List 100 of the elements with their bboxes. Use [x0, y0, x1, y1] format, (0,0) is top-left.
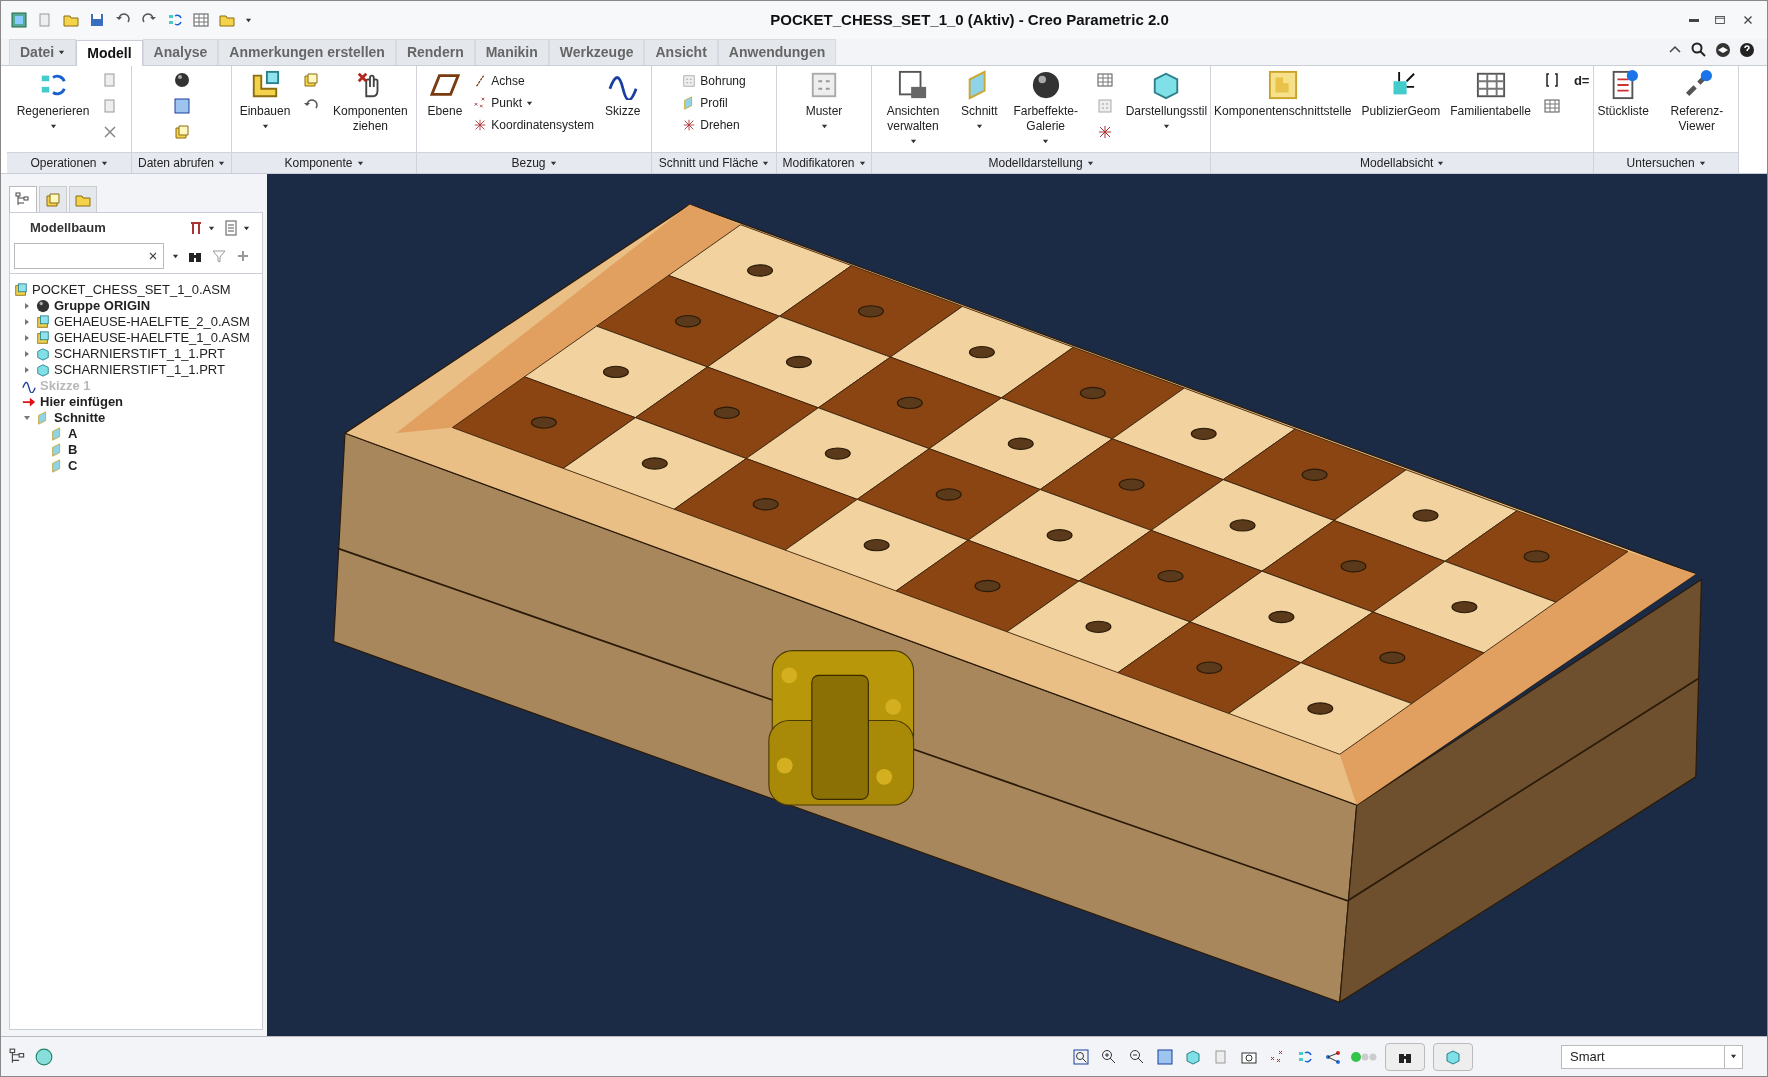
folder-icon: [45, 191, 61, 208]
ribbon-button[interactable]: Schnitt: [958, 66, 1001, 152]
framed-square-icon: [173, 98, 190, 114]
tree-icon: [9, 1047, 27, 1066]
sphere-icon: [173, 72, 190, 88]
ribbon-button[interactable]: Stückliste: [1594, 66, 1652, 152]
ribbon-button[interactable]: Referenz-Viewer: [1655, 66, 1738, 152]
grid-dots-icon: [682, 74, 697, 88]
ribbon-button[interactable]: PublizierGeom: [1358, 66, 1444, 152]
ribbon-tab[interactable]: Manikin: [474, 39, 549, 65]
caret-icon: [243, 224, 250, 232]
ribbon-button[interactable]: Familientabelle: [1447, 66, 1534, 152]
close-icon: [147, 250, 159, 262]
wave-icon: [22, 379, 36, 393]
search-icon: [1691, 42, 1707, 58]
caret-icon: [1086, 159, 1094, 167]
ribbon-group-label[interactable]: Schnitt und Fläche: [652, 152, 776, 173]
ribbon-tab[interactable]: Anmerkungen erstellen: [218, 39, 396, 65]
ribbon-button[interactable]: Farbeffekte-Galerie: [1004, 66, 1087, 152]
caret-icon: [762, 159, 770, 167]
points-icon: [473, 96, 488, 110]
caret-icon: [245, 16, 252, 24]
status-button[interactable]: [9, 1047, 27, 1066]
zoom-icon: [1073, 1048, 1089, 1065]
caret-icon: [1042, 138, 1050, 145]
caret-icon: [49, 123, 57, 130]
ribbon-group-label[interactable]: Daten abrufen: [132, 152, 231, 173]
plus-icon: [235, 248, 251, 264]
view-toolbar-button[interactable]: [1071, 1046, 1091, 1067]
caret-icon: [172, 252, 179, 260]
ribbon-button[interactable]: Komponenten ziehen: [329, 66, 412, 152]
ribbon-tab[interactable]: Ansicht: [644, 39, 718, 65]
ribbon-group-label[interactable]: Bezug: [417, 152, 651, 173]
ribbon-tab[interactable]: Werkzeuge: [548, 39, 645, 65]
ribbon-button[interactable]: Ebene: [424, 66, 466, 152]
ribbon-group-label[interactable]: Modifikatoren: [777, 152, 871, 173]
ribbon-button[interactable]: Darstellungsstil: [1122, 66, 1211, 152]
ribbon-button[interactable]: Regenerieren: [13, 66, 93, 152]
ribbon-group-label[interactable]: Modelldarstellung: [872, 152, 1211, 173]
zoom-in-icon: [1101, 1048, 1117, 1065]
cross-icon: [102, 124, 119, 140]
ribbon-button[interactable]: Bohrung: [678, 70, 750, 92]
ribbon-button[interactable]: Drehen: [678, 114, 750, 136]
stacked-cubes-icon: [36, 315, 50, 329]
caret-icon: [549, 159, 557, 167]
grid-dots-icon: [809, 70, 839, 100]
filter-select[interactable]: Smart: [1561, 1044, 1743, 1069]
stacked-cubes-icon: [14, 283, 28, 297]
app-icon: [11, 12, 27, 28]
funnel-icon: [211, 248, 227, 264]
table-icon: [1543, 98, 1560, 114]
ribbon-button[interactable]: Achse: [469, 70, 599, 92]
ribbon-button[interactable]: Einbauen: [236, 66, 294, 152]
ribbon-group-label[interactable]: Operationen: [7, 152, 131, 173]
caret-icon: [1730, 1053, 1737, 1060]
sphere-icon: [1030, 70, 1061, 100]
search-field[interactable]: [14, 243, 164, 269]
minimize-icon: [1689, 18, 1699, 22]
ribbon-group-label[interactable]: Untersuchen: [1594, 152, 1738, 173]
caret-icon: [58, 49, 66, 56]
status-lights-icon: [1351, 1051, 1377, 1062]
ribbon-tab[interactable]: Analyse: [142, 39, 219, 65]
ribbon-button[interactable]: Muster: [802, 66, 846, 152]
ribbon-tab[interactable]: Anwendungen: [717, 39, 837, 65]
ribbon-tab[interactable]: Rendern: [395, 39, 475, 65]
help-icon: [1739, 42, 1755, 58]
cube-icon: [1185, 1048, 1201, 1065]
ribbon-group-label[interactable]: Komponente: [232, 152, 416, 173]
ribbon-button[interactable]: Profil: [678, 92, 750, 114]
framed-square-icon: [1157, 1048, 1173, 1065]
caret-icon: [261, 123, 269, 130]
ribbon-button[interactable]: Skizze: [602, 66, 644, 152]
sphere-icon: [36, 299, 50, 313]
ribbon-tab[interactable]: Datei: [9, 39, 77, 65]
caret-icon: [858, 159, 866, 167]
caret-icon: [1698, 159, 1706, 167]
ribbon-tab[interactable]: Modell: [76, 40, 143, 66]
list-icon: [223, 220, 239, 236]
ribbon-button[interactable]: Komponentenschnittstelle: [1211, 66, 1355, 152]
cube-icon: [36, 363, 50, 377]
table-icon: [193, 12, 209, 28]
grid-dots-icon: [1096, 98, 1113, 114]
caret-icon: [820, 123, 828, 130]
panel-title: Modellbaum: [29, 219, 107, 238]
points-icon: [1269, 1048, 1285, 1065]
find-button[interactable]: [1385, 1042, 1425, 1071]
ribbon-button[interactable]: Koordinatensystem: [469, 114, 599, 136]
stacked-cubes-icon: [36, 331, 50, 345]
tree-icon: [15, 191, 31, 208]
panel-tab[interactable]: [9, 186, 37, 212]
ribbon-group-label[interactable]: Modellabsicht: [1211, 152, 1594, 173]
brackets-icon: [1543, 72, 1560, 88]
open-folder-icon: [63, 12, 79, 28]
restore-icon: [1713, 13, 1727, 27]
ribbon-button[interactable]: Ansichten verwalten: [872, 66, 954, 152]
ribbon-button[interactable]: Punkt: [469, 92, 599, 114]
selection-button[interactable]: [1433, 1042, 1473, 1071]
table-icon: [1096, 72, 1113, 88]
caret-icon: [1437, 159, 1445, 167]
relations-button[interactable]: d=: [1569, 70, 1594, 92]
